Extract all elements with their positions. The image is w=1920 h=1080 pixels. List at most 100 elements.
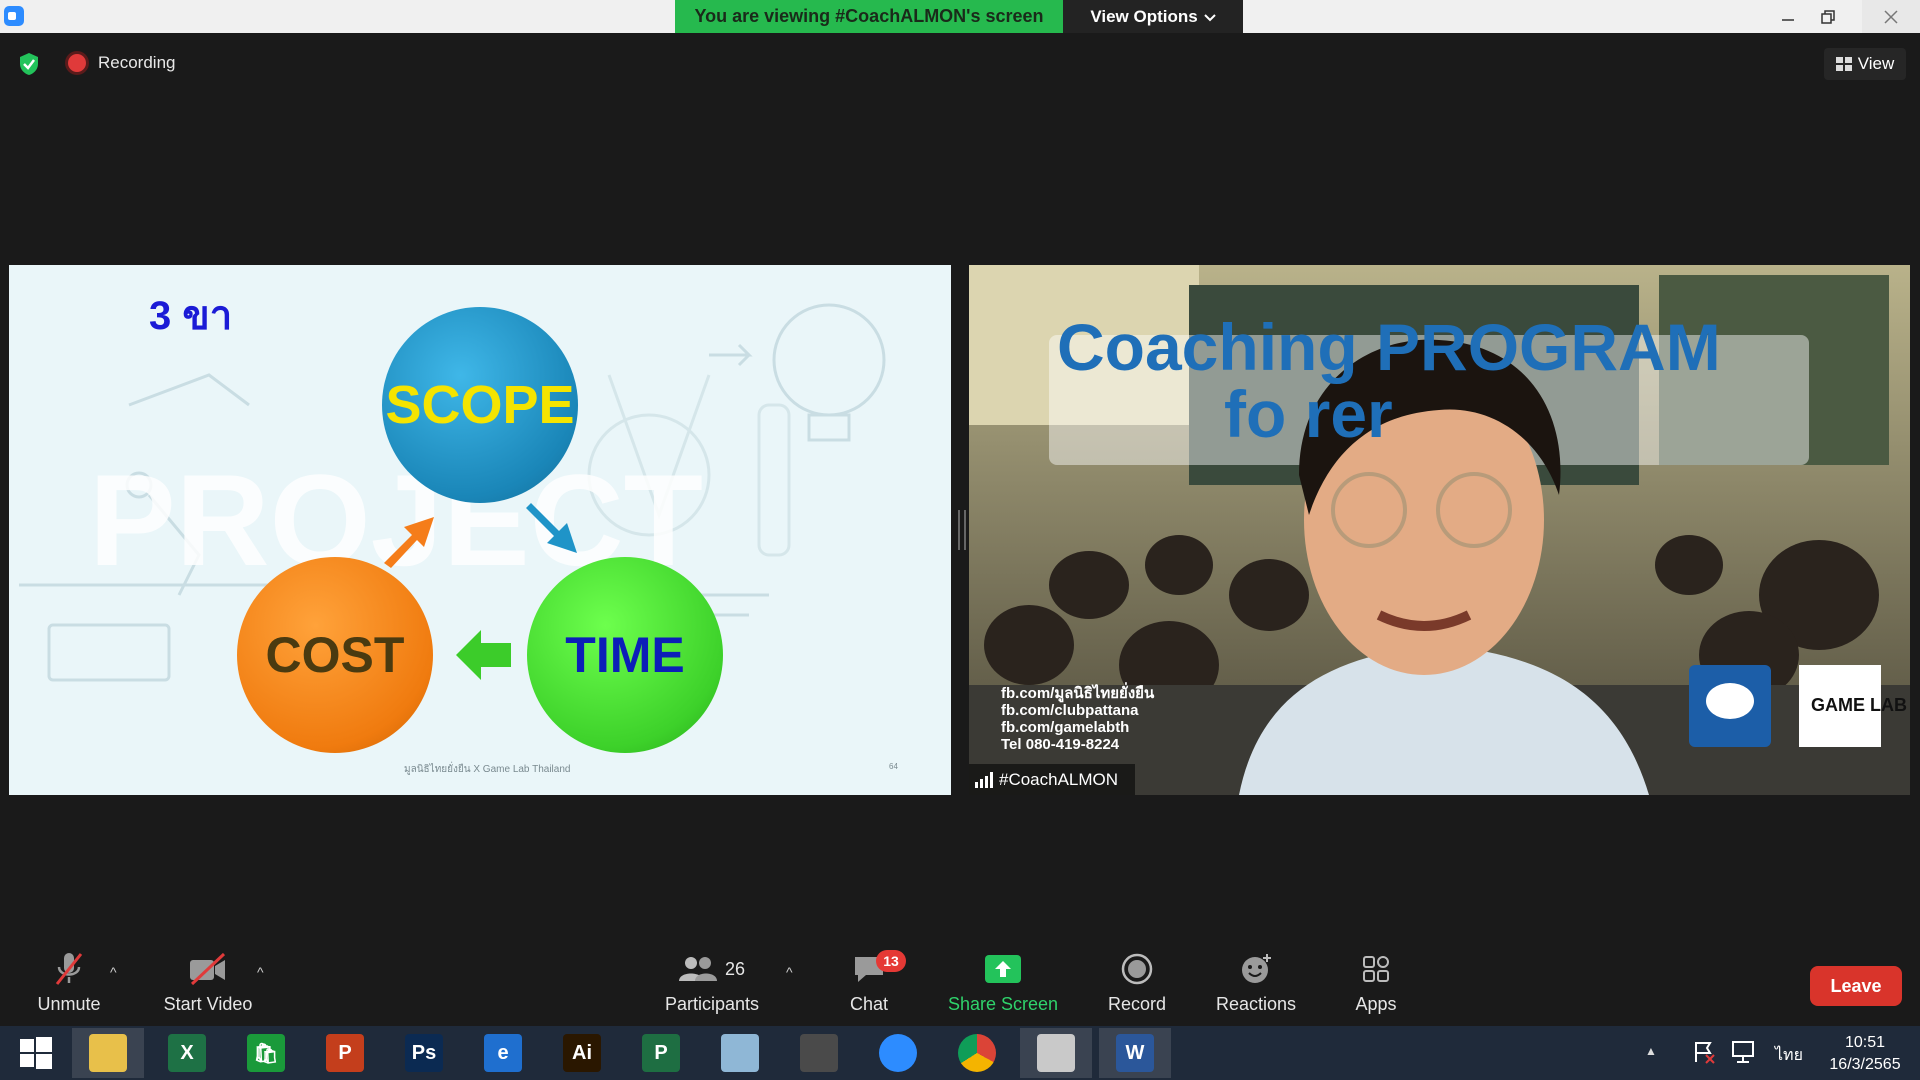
panel-resize-handle[interactable] (958, 510, 966, 550)
contact-line-4: Tel 080-419-8224 (1001, 736, 1120, 753)
restore-button[interactable] (1808, 0, 1848, 33)
illustrator-icon: Ai (563, 1034, 601, 1072)
restore-icon (1821, 9, 1835, 24)
close-icon (1884, 9, 1898, 24)
clock-time: 10:51 (1844, 1034, 1886, 1051)
share-screen-button[interactable]: Share Screen (943, 950, 1063, 1015)
presentation-icon (1037, 1034, 1075, 1072)
gamelab-logo-text: GAME LAB (1811, 695, 1907, 715)
apps-icon (1363, 956, 1389, 982)
contact-line-2: fb.com/clubpattana (1001, 702, 1139, 719)
muted-microphone-icon (55, 953, 83, 985)
leave-meeting-button[interactable]: Leave (1810, 966, 1902, 1006)
participant-video[interactable]: Coaching PROGRAM fo rer fb.com/มูลนิธิไท… (969, 265, 1910, 795)
contact-line-1: fb.com/มูลนิธิไทยยั่งยืน (1001, 682, 1155, 703)
video-options-caret[interactable]: ^ (257, 964, 264, 980)
chat-unread-badge: 13 (876, 950, 906, 972)
encryption-shield-icon[interactable] (18, 52, 40, 76)
photoscape-icon (800, 1034, 838, 1072)
taskbar-app-notes[interactable] (704, 1028, 776, 1078)
taskbar-app-store[interactable]: 🛍 (230, 1028, 302, 1078)
apps-label: Apps (1355, 994, 1397, 1014)
show-hidden-icons-arrow[interactable]: ▲ (1645, 1044, 1657, 1058)
notes-icon (721, 1034, 759, 1072)
close-window-button[interactable] (1862, 0, 1920, 33)
minimize-icon (1782, 18, 1794, 21)
taskbar-app-photoshop[interactable]: Ps (388, 1028, 460, 1078)
start-video-label: Start Video (163, 994, 253, 1014)
share-screen-icon (985, 955, 1021, 983)
taskbar-app-powerpoint[interactable]: P (309, 1028, 381, 1078)
chat-label: Chat (849, 994, 889, 1014)
start-video-button[interactable]: Start Video (148, 950, 268, 1015)
input-language-indicator[interactable]: ไทย (1775, 1043, 1803, 1068)
taskbar-app-photoscape[interactable] (783, 1028, 855, 1078)
participant-name: #CoachALMON (999, 769, 1119, 789)
chat-button[interactable]: Chat (809, 950, 929, 1015)
start-button[interactable] (0, 1028, 72, 1078)
camera-banner-line1: Coaching PROGRAM (1057, 310, 1721, 384)
unmute-button[interactable]: Unmute (9, 950, 129, 1015)
taskbar-app-chrome[interactable] (941, 1028, 1013, 1078)
chrome-icon (958, 1034, 996, 1072)
windows-logo-icon (20, 1037, 52, 1069)
taskbar-clock[interactable]: 10:51 16/3/2565 (1810, 1032, 1920, 1076)
view-options-label: View Options (1090, 6, 1198, 26)
view-label: View (1857, 54, 1895, 73)
camera-banner-line2: fo rer (1224, 377, 1393, 451)
store-icon: 🛍 (247, 1034, 285, 1072)
video-frame-image: Coaching PROGRAM fo rer fb.com/มูลนิธิไท… (969, 265, 1910, 795)
signal-bars-icon (975, 771, 993, 788)
participant-name-tag: #CoachALMON (969, 764, 1135, 795)
taskbar-app-project[interactable]: P (625, 1028, 697, 1078)
participants-options-caret[interactable]: ^ (786, 964, 793, 980)
file-explorer-icon (89, 1034, 127, 1072)
clock-date: 16/3/2565 (1829, 1056, 1901, 1073)
excel-icon: X (168, 1034, 206, 1072)
shared-screen-slide[interactable]: PROJECT 3 ขา SCOPE COST TIME มูลนิธิไทยย… (9, 265, 951, 795)
recording-label[interactable]: Recording (98, 53, 176, 73)
taskbar-app-illustrator[interactable]: Ai (546, 1028, 618, 1078)
slide-credit: มูลนิธิไทยยั่งยืน X Game Lab Thailand (404, 764, 571, 775)
project-icon: P (642, 1034, 680, 1072)
viewing-screen-banner: You are viewing #CoachALMON's screen (675, 0, 1063, 33)
network-icon[interactable] (1730, 1040, 1756, 1064)
time-circle: TIME (527, 557, 723, 753)
taskbar-app-word[interactable]: W (1099, 1028, 1171, 1078)
action-center-flag-icon[interactable] (1692, 1040, 1716, 1064)
taskbar-app-presentation[interactable] (1020, 1028, 1092, 1078)
photoshop-icon: Ps (405, 1034, 443, 1072)
reactions-smiley-icon (1242, 954, 1271, 983)
blue-arrow-icon (526, 503, 577, 553)
audio-options-caret[interactable]: ^ (110, 964, 117, 980)
zoom-logo-icon (4, 6, 24, 26)
green-arrow-icon (456, 630, 511, 680)
taskbar-app-file-explorer[interactable] (72, 1028, 144, 1078)
record-button[interactable]: Record (1077, 950, 1197, 1015)
unmute-label: Unmute (37, 994, 101, 1014)
taskbar-app-zoom[interactable] (862, 1028, 934, 1078)
view-options-button[interactable]: View Options (1063, 0, 1243, 33)
video-off-icon (190, 952, 226, 986)
scope-circle: SCOPE (382, 307, 578, 503)
cost-circle: COST (237, 557, 433, 753)
taskbar-app-excel[interactable]: X (151, 1028, 223, 1078)
participants-count: 26 (724, 958, 746, 979)
internet-explorer-icon: e (484, 1034, 522, 1072)
record-label: Record (1107, 994, 1167, 1014)
record-icon (1121, 953, 1153, 985)
apps-button[interactable]: Apps (1316, 950, 1436, 1015)
grid-icon (1835, 57, 1852, 71)
minimize-button[interactable] (1768, 0, 1808, 33)
contact-line-3: fb.com/gamelabth (1001, 719, 1129, 736)
share-screen-label: Share Screen (947, 994, 1059, 1014)
chevron-down-icon (1203, 7, 1216, 27)
slide-page-number: 64 (889, 762, 898, 771)
orange-arrow-icon (384, 517, 434, 568)
participants-button[interactable]: 26 Participants (652, 950, 772, 1015)
reactions-button[interactable]: Reactions (1196, 950, 1316, 1015)
view-layout-button[interactable]: View (1824, 48, 1906, 80)
participants-label: Participants (664, 994, 760, 1014)
word-icon: W (1116, 1034, 1154, 1072)
taskbar-app-internet-explorer[interactable]: e (467, 1028, 539, 1078)
